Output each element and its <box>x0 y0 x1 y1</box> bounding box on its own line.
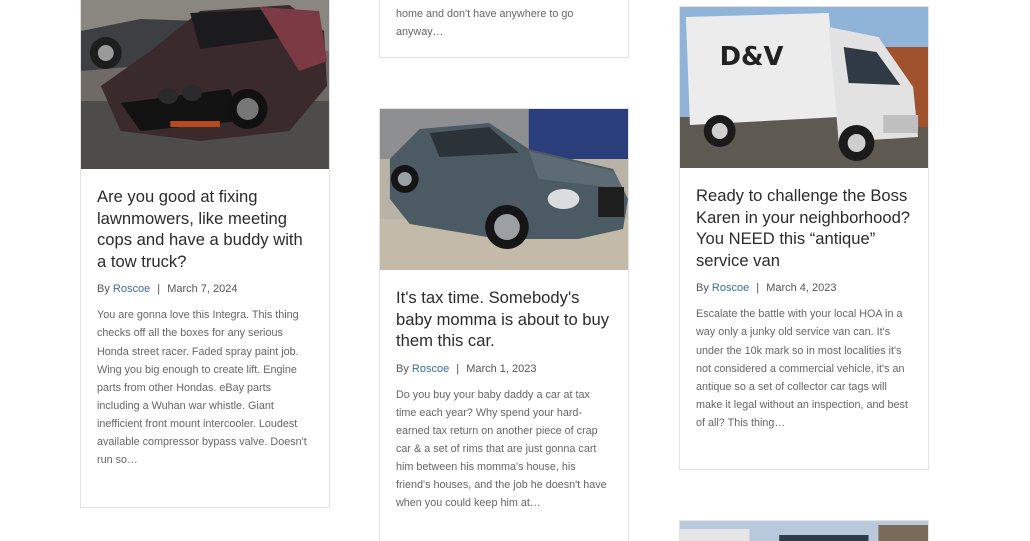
meta-separator: | <box>157 283 161 296</box>
author-link[interactable]: Roscoe <box>712 282 749 294</box>
post-meta: By Roscoe | March 4, 2023 <box>696 281 912 295</box>
meta-separator: | <box>756 282 760 295</box>
post-excerpt: You are gonna love this Integra. This th… <box>97 309 307 467</box>
post-thumbnail-chrysler[interactable] <box>380 109 628 270</box>
post-meta: By Roscoe | March 7, 2024 <box>97 282 313 296</box>
next-post-photo <box>680 521 928 541</box>
post-card-next <box>679 520 929 541</box>
service-van-photo: D&V <box>680 7 928 168</box>
post-title[interactable]: Ready to challenge the Boss Karen in you… <box>696 185 912 271</box>
post-excerpt: Escalate the battle with your local HOA … <box>696 308 908 429</box>
author-link[interactable]: Roscoe <box>113 283 150 295</box>
post-thumbnail-next[interactable] <box>680 521 928 541</box>
post-card-service-van: D&V Ready to challenge the Boss Karen in… <box>679 6 929 470</box>
post-title[interactable]: It's tax time. Somebody's baby momma is … <box>396 287 612 352</box>
post-date: March 1, 2023 <box>466 362 537 375</box>
post-card-previous: home and don't have anywhere to go anywa… <box>379 0 629 58</box>
post-excerpt: Do you buy your baby daddy a car at tax … <box>396 388 607 510</box>
chrysler-photo <box>380 109 628 270</box>
byline-prefix: By <box>696 282 709 295</box>
post-thumbnail-integra[interactable] <box>81 0 329 169</box>
post-meta: By Roscoe | March 1, 2023 <box>396 362 612 376</box>
post-date: March 7, 2024 <box>167 283 238 296</box>
post-excerpt: home and don't have anywhere to go anywa… <box>396 8 574 39</box>
blog-grid: Are you good at fixing lawnmowers, like … <box>0 0 1030 541</box>
post-card-integra: Are you good at fixing lawnmowers, like … <box>80 0 330 508</box>
meta-separator: | <box>456 362 460 375</box>
byline-prefix: By <box>396 362 409 375</box>
integra-photo <box>81 0 329 169</box>
byline-prefix: By <box>97 283 110 296</box>
post-date: March 4, 2023 <box>766 282 837 295</box>
post-title[interactable]: Are you good at fixing lawnmowers, like … <box>97 186 313 272</box>
van-lettering: D&V <box>720 42 784 72</box>
post-card-chrysler: It's tax time. Somebody's baby momma is … <box>379 108 629 541</box>
author-link[interactable]: Roscoe <box>412 363 449 375</box>
post-thumbnail-service-van[interactable]: D&V <box>680 7 928 168</box>
